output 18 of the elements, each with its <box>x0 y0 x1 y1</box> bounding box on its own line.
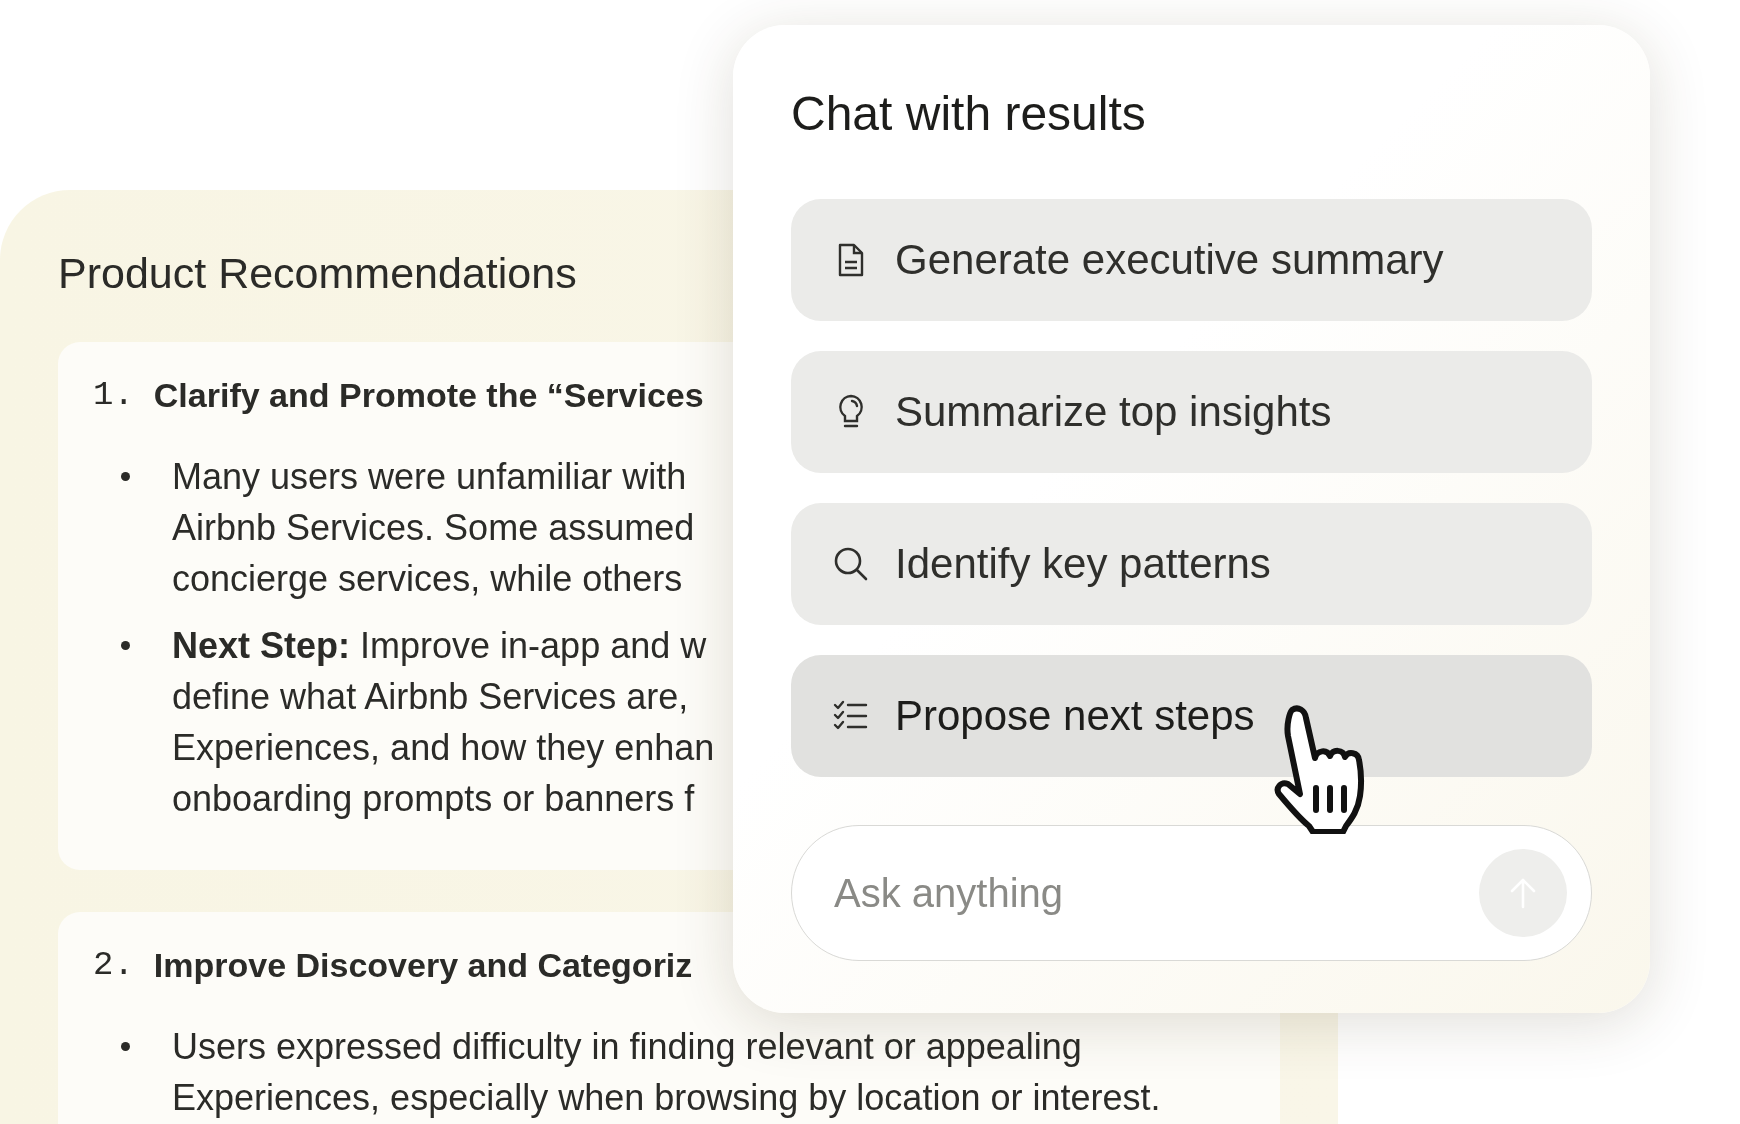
ask-input[interactable]: Ask anything <box>832 861 1479 924</box>
bullet-dot <box>121 1041 130 1051</box>
bullet-text: Users expressed difficulty in finding relevant or appealing Experiences, especially when browsing by location or interest. <box>172 1024 1161 1120</box>
list-number: 2. <box>93 944 134 986</box>
chat-title: Chat with results <box>791 86 1147 142</box>
bullet-text: Next Step: Improve in-app and w define what Airbnb Services are, Experiences, and how they enhan onboarding prompts or banners f <box>172 623 715 821</box>
bullet-text: Many users were unfamiliar with Airbnb Services. Some assumed concierge services, while others <box>172 454 695 601</box>
suggestion-button[interactable]: Summarize top insights <box>791 350 1592 473</box>
suggestion-button[interactable]: Generate executive summary <box>791 198 1592 321</box>
bullet-dot <box>121 640 130 650</box>
recommendation-heading: Improve Discovery and Categoriz <box>153 944 693 986</box>
suggestion-button[interactable]: Identify key patterns <box>791 502 1592 625</box>
suggestion-button[interactable]: Propose next steps <box>791 654 1592 777</box>
list-number: 1. <box>93 374 134 416</box>
bullet-dot <box>121 471 130 481</box>
recommendation-heading: Clarify and Promote the “Services <box>153 374 704 416</box>
ask-field[interactable]: Ask anything <box>791 824 1592 961</box>
report-title: Product Recommendations <box>58 248 577 299</box>
